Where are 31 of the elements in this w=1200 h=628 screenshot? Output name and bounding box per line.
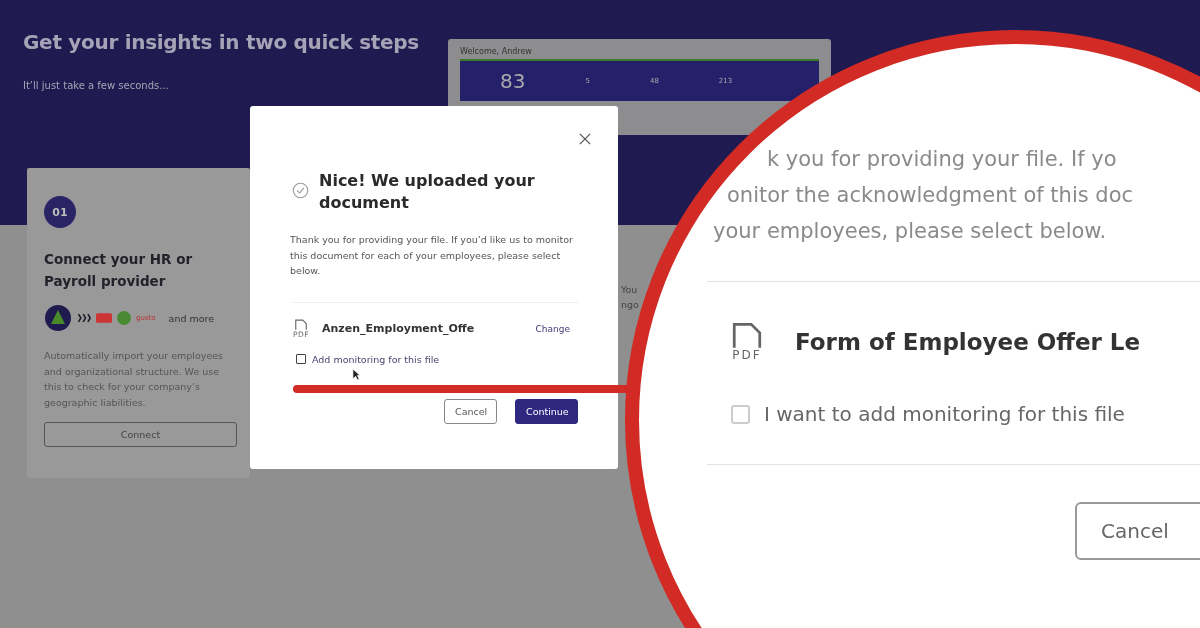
card-text: You (621, 283, 639, 297)
card-text: ngo (621, 298, 640, 312)
pointer-cursor-icon (352, 368, 361, 381)
page-subtitle: It’ll just take a few seconds... (23, 80, 170, 91)
monitoring-checkbox[interactable]: I want to add monitoring for this file (707, 402, 1200, 426)
connect-button[interactable]: Connect (44, 422, 237, 447)
magnified-text: your employees, please select below. (713, 218, 1108, 245)
file-name: Anzen_Employment_Offe (322, 322, 475, 335)
magnified-text: onitor the acknowledgment of this doc (726, 182, 1135, 209)
step-title: Connect your HR or Payroll provider (44, 250, 194, 291)
logo-icon (44, 304, 72, 332)
file-name: Form of Employee Offer Le (795, 329, 1141, 355)
step-number: 01 (44, 196, 76, 228)
score-value: 83 (500, 69, 526, 93)
continue-button[interactable]: Continue (515, 398, 578, 424)
magnified-text: k you for providing your file. If yo (766, 146, 1118, 173)
greeting-text: Welcome, Andrew (460, 47, 533, 58)
logo-icon (77, 313, 91, 323)
cancel-button[interactable]: Cancel (1075, 502, 1200, 560)
cancel-button[interactable]: Cancel (444, 398, 497, 424)
check-circle-icon (292, 182, 309, 199)
close-icon[interactable] (579, 133, 591, 145)
dialog-title: Nice! We uploaded your document (319, 170, 536, 214)
monitoring-checkbox[interactable]: Add monitoring for this file (296, 353, 578, 365)
integrations-more: and more (168, 312, 215, 324)
page-title: Get your insights in two quick steps (23, 30, 420, 54)
step-description: Automatically import your employees and organizational structure. We use this to check for your company’s geographic liabilities. (44, 349, 225, 410)
logo-icon (96, 313, 112, 323)
logo-icon (117, 311, 131, 325)
dialog-message: Thank you for providing your file. If you’d like us to monitor this document for each of your employees, please select below. (290, 233, 574, 278)
change-link[interactable]: Change (535, 323, 570, 334)
